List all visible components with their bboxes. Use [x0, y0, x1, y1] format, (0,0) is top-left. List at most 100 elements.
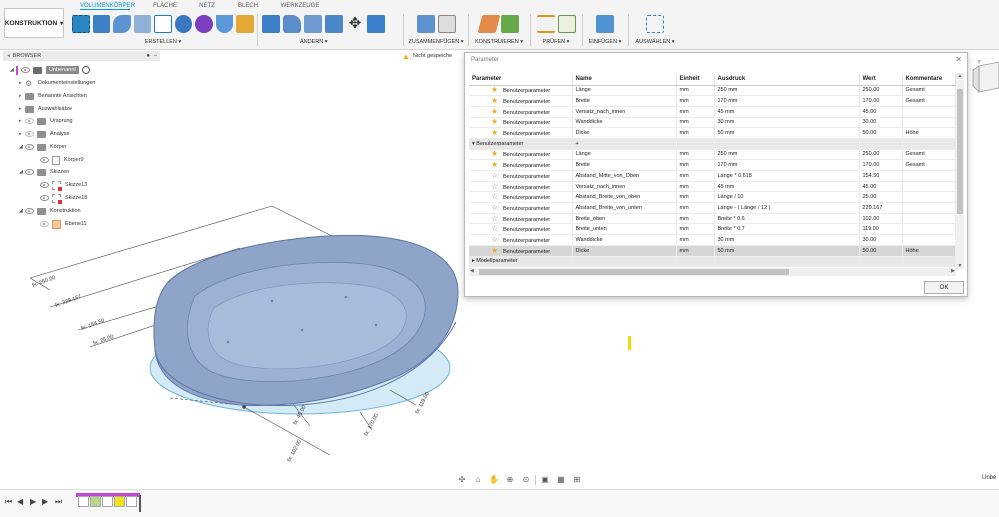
star-icon[interactable]: ★	[491, 246, 499, 255]
chamfer-icon[interactable]	[304, 15, 322, 33]
close-icon[interactable]: ✕	[955, 55, 962, 64]
star-icon[interactable]: ★	[491, 161, 499, 169]
table-row[interactable]: ★ Benutzerparameter Dicke mm 50 mm 50.00 Höhe	[469, 245, 956, 257]
viewports-icon[interactable]: ⊞	[570, 474, 584, 485]
expression-cell[interactable]: Breite * 0.6	[714, 213, 860, 225]
expression-cell[interactable]: Länge * 0.618	[714, 170, 860, 182]
table-row[interactable]: ☆ Benutzerparameter Breite_oben mm Breite * …	[469, 213, 956, 225]
table-row[interactable]: ☆ Benutzerparameter Wanddicke mm 30 mm 30.00	[469, 234, 956, 246]
comment-cell[interactable]	[902, 234, 956, 246]
insert-image-icon[interactable]	[236, 15, 255, 33]
expression-cell[interactable]: 250 mm	[714, 85, 860, 97]
expression-cell[interactable]: 30 mm	[714, 234, 860, 246]
comment-cell[interactable]: Gesamt	[902, 149, 956, 161]
hole-icon[interactable]	[174, 15, 193, 33]
workspace-selector[interactable]: KONSTRUKTION ▾	[4, 8, 64, 38]
column-header[interactable]: Parameter	[469, 74, 573, 86]
add-parameter-button[interactable]	[572, 256, 677, 268]
star-icon[interactable]: ★	[491, 97, 499, 105]
group-cell[interactable]: ▸ Modellparameter	[469, 256, 573, 268]
ok-button[interactable]: OK	[924, 281, 964, 294]
timeline-shell-icon[interactable]	[126, 496, 137, 507]
grid-settings-icon[interactable]: ▦	[554, 474, 568, 485]
extrude-icon[interactable]	[92, 15, 111, 33]
table-row[interactable]: ★ Benutzerparameter Versatz_nach_innen mm 45…	[469, 106, 956, 118]
add-parameter-button[interactable]: +	[572, 138, 677, 150]
table-row[interactable]: ★ Benutzerparameter Wanddicke mm 30 mm 30.00	[469, 117, 956, 129]
table-row[interactable]: ★ Benutzerparameter Länge mm 250 mm 250.00 Ges…	[469, 85, 956, 97]
view-cube[interactable]	[971, 58, 999, 98]
tab-flaeche[interactable]: FLÄCHE	[150, 0, 180, 9]
orbit-icon[interactable]: ✣	[455, 474, 469, 485]
scroll-right-icon[interactable]: ▶	[951, 268, 955, 274]
star-icon[interactable]: ★	[491, 129, 499, 137]
timeline-sketch-icon[interactable]	[102, 496, 113, 507]
table-row[interactable]: ★ Benutzerparameter Breite mm 170 mm 170.00 Ge…	[469, 159, 956, 171]
revolve-icon[interactable]	[113, 15, 131, 33]
table-row[interactable]: ★ Benutzerparameter Länge mm 250 mm 250.00 Ges…	[469, 149, 956, 161]
timeline-plane-icon[interactable]	[90, 496, 101, 507]
fit-icon[interactable]: ⊙	[519, 474, 533, 485]
interference-icon[interactable]	[557, 15, 576, 33]
star-icon[interactable]: ☆	[491, 182, 499, 191]
insert-icon[interactable]	[596, 15, 614, 33]
star-icon[interactable]: ☆	[491, 235, 499, 244]
comment-cell[interactable]	[902, 213, 956, 225]
expression-cell[interactable]: 30 mm	[714, 117, 860, 129]
group-cell[interactable]: ▾ Benutzerparameter	[469, 138, 573, 150]
timeline-start-icon[interactable]: ⏮	[5, 497, 12, 507]
sweep-icon[interactable]	[133, 15, 152, 33]
comment-cell[interactable]	[902, 202, 956, 214]
star-icon[interactable]: ★	[491, 107, 499, 116]
star-icon[interactable]: ☆	[491, 214, 499, 223]
star-icon[interactable]: ☆	[491, 203, 499, 212]
table-row[interactable]: ★ Benutzerparameter Dicke mm 50 mm 50.00 Höhe	[469, 127, 956, 139]
combine-icon[interactable]	[325, 15, 343, 33]
comment-cell[interactable]: Gesamt	[902, 85, 956, 97]
star-icon[interactable]: ★	[491, 118, 499, 126]
scroll-left-icon[interactable]: ◀	[470, 268, 474, 274]
star-icon[interactable]: ☆	[491, 193, 499, 201]
expression-cell[interactable]: 250 mm	[714, 149, 860, 161]
comment-cell[interactable]: Gesamt	[902, 159, 956, 171]
column-header[interactable]: Kommentare	[902, 74, 956, 86]
sketch-icon[interactable]	[72, 15, 90, 33]
timeline-sketch-icon[interactable]	[78, 496, 89, 507]
expression-cell[interactable]: Länge - ( Länge / 12 )	[714, 202, 860, 214]
table-row[interactable]: ★ Benutzerparameter Breite mm 170 mm 170.00 Ge…	[469, 95, 956, 107]
timeline-back-icon[interactable]: ◀	[17, 497, 23, 506]
fillet-icon[interactable]	[283, 15, 301, 33]
align-icon[interactable]	[367, 15, 385, 33]
column-header[interactable]: Wert	[859, 74, 903, 86]
comment-cell[interactable]: Höhe	[902, 127, 956, 139]
look-at-icon[interactable]: ⌂	[471, 474, 485, 485]
timeline-play-icon[interactable]: ▶	[30, 497, 36, 506]
comment-cell[interactable]	[902, 181, 956, 193]
star-icon[interactable]: ★	[491, 86, 499, 94]
comment-cell[interactable]: Gesamt	[902, 95, 956, 107]
table-group-row[interactable]: ▸ Modellparameter	[469, 256, 956, 268]
move-icon[interactable]: ✥	[346, 15, 364, 33]
pan-icon[interactable]: ✋	[487, 474, 501, 485]
select-icon[interactable]	[646, 15, 664, 33]
scrollbar-thumb[interactable]	[479, 269, 789, 275]
expression-cell[interactable]: Breite * 0.7	[714, 223, 860, 236]
scroll-down-icon[interactable]: ▼	[956, 263, 964, 269]
expression-cell[interactable]: Länge / 10	[714, 191, 860, 204]
star-icon[interactable]: ★	[491, 150, 499, 158]
tab-blech[interactable]: BLECH	[236, 0, 260, 9]
offset-plane-icon[interactable]	[477, 15, 500, 33]
expression-cell[interactable]: 50 mm	[714, 245, 860, 257]
scroll-up-icon[interactable]: ▲	[956, 73, 964, 79]
zoom-icon[interactable]: ⊕	[503, 474, 517, 485]
comment-cell[interactable]	[902, 223, 956, 236]
expression-cell[interactable]: 45 mm	[714, 181, 860, 193]
comment-cell[interactable]: Höhe	[902, 245, 956, 257]
horizontal-scrollbar[interactable]: ◀ ▶	[469, 268, 956, 276]
table-group-row[interactable]: ▾ Benutzerparameter +	[469, 138, 956, 150]
expression-cell[interactable]: 45 mm	[714, 106, 860, 118]
tab-volumenkoerper[interactable]: VOLUMENKÖRPER	[80, 0, 135, 10]
joint-icon[interactable]	[437, 15, 456, 33]
comment-cell[interactable]	[902, 106, 956, 118]
midplane-icon[interactable]	[500, 15, 519, 33]
